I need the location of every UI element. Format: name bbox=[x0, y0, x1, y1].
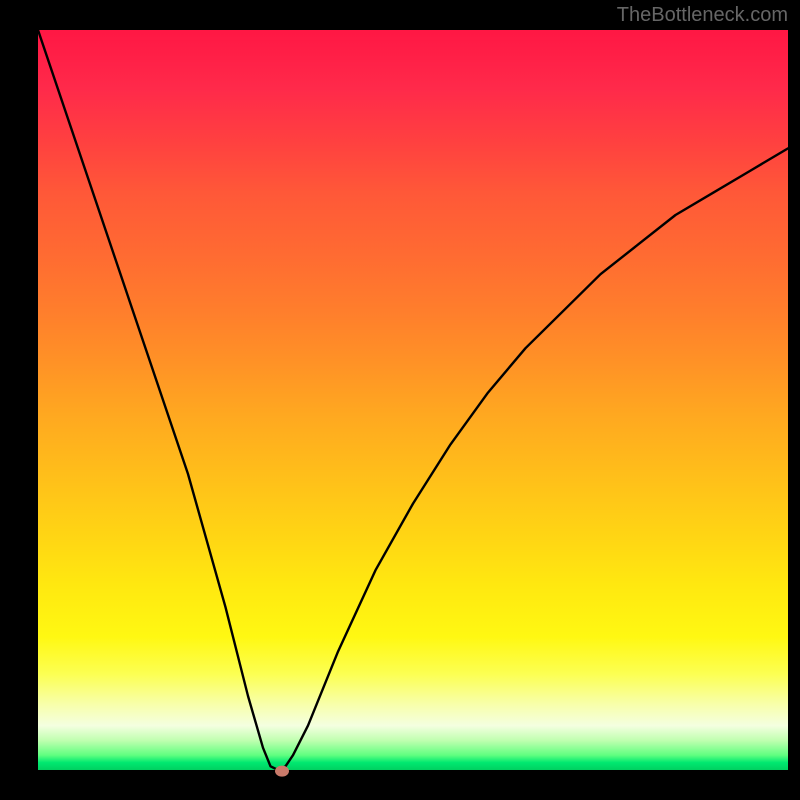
bottleneck-curve bbox=[38, 30, 788, 770]
watermark-text: TheBottleneck.com bbox=[617, 4, 788, 27]
chart-plot-area bbox=[38, 30, 788, 770]
chart-curve-svg bbox=[38, 30, 788, 770]
optimal-point-marker bbox=[275, 766, 289, 777]
